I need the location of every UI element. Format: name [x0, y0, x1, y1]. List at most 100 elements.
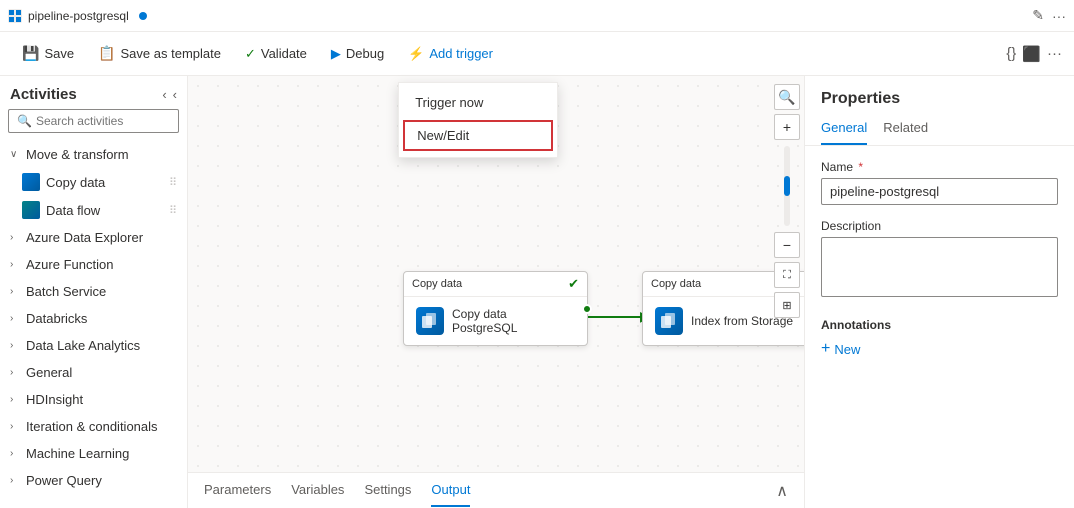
chevron-right-icon-9: ›: [10, 448, 22, 459]
toolbar-more-icon[interactable]: ···: [1047, 45, 1062, 62]
category-label-datalake: Data Lake Analytics: [26, 338, 140, 353]
category-label-general: General: [26, 365, 72, 380]
trigger-now-item[interactable]: Trigger now: [399, 87, 557, 118]
add-trigger-button[interactable]: ⚡ Add trigger: [398, 42, 503, 66]
description-label: Description: [821, 219, 1058, 233]
node-copy-postgresql[interactable]: Copy data ✔ Copy data PostgreSQL: [403, 271, 588, 346]
validate-label: Validate: [261, 46, 307, 61]
search-icon: 🔍: [17, 114, 32, 128]
debug-button[interactable]: ▶ Debug: [321, 42, 394, 66]
search-canvas-button[interactable]: 🔍: [774, 84, 800, 110]
tab-output[interactable]: Output: [431, 474, 470, 507]
sidebar-category-move-transform[interactable]: ∨ Move & transform: [0, 141, 187, 168]
search-box: 🔍: [8, 109, 179, 133]
bottom-tabs: Parameters Variables Settings Output ∧: [188, 472, 804, 508]
sidebar-category-azure-function[interactable]: › Azure Function: [0, 251, 187, 278]
title-bar: pipeline-postgresql ✎ ···: [0, 0, 1074, 32]
canvas-controls: 🔍 + − ⛶ ⊞: [774, 84, 800, 318]
sidebar-category-databricks[interactable]: › Databricks: [0, 305, 187, 332]
tab-variables[interactable]: Variables: [291, 474, 344, 507]
zoom-out-button[interactable]: −: [774, 232, 800, 258]
app-icon-group: [8, 9, 22, 23]
category-label-databricks: Databricks: [26, 311, 87, 326]
sidebar-category-datalake[interactable]: › Data Lake Analytics: [0, 332, 187, 359]
edit-icon[interactable]: ✎: [1032, 7, 1044, 24]
chevron-right-icon-3: ›: [10, 286, 22, 297]
sidebar-item-copy-data[interactable]: Copy data ⠿: [0, 168, 187, 196]
name-input[interactable]: [821, 178, 1058, 205]
fit-view-button[interactable]: ⛶: [774, 262, 800, 288]
properties-tabs: General Related: [805, 112, 1074, 146]
sidebar-category-powerquery[interactable]: › Power Query: [0, 467, 187, 494]
properties-header: Properties: [805, 76, 1074, 112]
title-bar-actions: ✎ ···: [1032, 7, 1066, 24]
tab-settings[interactable]: Settings: [364, 474, 411, 507]
copy-data-label: Copy data: [46, 175, 105, 190]
add-icon: +: [821, 340, 830, 358]
sidebar: Activities ‹ ‹ 🔍 ∨ Move & transform Copy…: [0, 76, 188, 508]
pipeline-title: pipeline-postgresql: [28, 9, 129, 23]
drag-handle-2: ⠿: [169, 204, 177, 217]
category-label: Move & transform: [26, 147, 129, 162]
tab-close-icon[interactable]: ∧: [776, 481, 788, 501]
collapse-icon[interactable]: ‹: [173, 87, 177, 102]
category-label-iteration: Iteration & conditionals: [26, 419, 158, 434]
sidebar-category-general[interactable]: › General: [0, 359, 187, 386]
properties-title: Properties: [821, 90, 900, 107]
code-icon[interactable]: {}: [1006, 45, 1016, 62]
node1-check-icon: ✔: [568, 276, 579, 292]
chevron-right-icon: ›: [10, 232, 22, 243]
node1-title: Copy data: [412, 278, 462, 290]
zoom-in-button[interactable]: +: [774, 114, 800, 140]
node1-label: Copy data PostgreSQL: [452, 307, 575, 335]
save-label: Save: [44, 46, 74, 61]
node1-header: Copy data ✔: [404, 272, 587, 297]
node2-icon: [655, 307, 683, 335]
validate-button[interactable]: ✓ Validate: [235, 42, 317, 66]
more-options-icon[interactable]: ···: [1052, 8, 1066, 24]
trigger-icon: ⚡: [408, 46, 424, 62]
save-button[interactable]: 💾 Save: [12, 41, 84, 66]
toolbar: 💾 Save 📋 Save as template ✓ Validate ▶ D…: [0, 32, 1074, 76]
name-label: Name *: [821, 160, 1058, 174]
sidebar-item-data-flow[interactable]: Data flow ⠿: [0, 196, 187, 224]
collapse-left-icon[interactable]: ‹: [162, 87, 166, 102]
search-input[interactable]: [36, 114, 188, 128]
add-trigger-label: Add trigger: [429, 46, 493, 61]
prop-tab-general[interactable]: General: [821, 120, 867, 145]
copy-data-icon: [22, 173, 40, 191]
category-label-hdinsight: HDInsight: [26, 392, 83, 407]
layout-button[interactable]: ⊞: [774, 292, 800, 318]
data-flow-icon: [22, 201, 40, 219]
connector-line: [588, 316, 642, 318]
prop-tab-related[interactable]: Related: [883, 120, 928, 145]
debug-label: Debug: [346, 46, 384, 61]
chevron-right-icon-4: ›: [10, 313, 22, 324]
node1-icon: [416, 307, 444, 335]
monitor-icon[interactable]: ⬛: [1022, 45, 1041, 63]
toolbar-right-actions: {} ⬛ ···: [1006, 45, 1062, 63]
description-textarea[interactable]: [821, 237, 1058, 297]
save-template-icon: 📋: [98, 45, 115, 62]
app-icon: [8, 9, 22, 23]
properties-panel: Properties General Related Name * Descri…: [804, 76, 1074, 508]
drag-handle: ⠿: [169, 176, 177, 189]
sidebar-category-batch[interactable]: › Batch Service: [0, 278, 187, 305]
chevron-right-icon-10: ›: [10, 475, 22, 486]
debug-icon: ▶: [331, 46, 341, 62]
add-annotation-button[interactable]: + New: [821, 340, 860, 358]
node1-body: Copy data PostgreSQL: [404, 297, 587, 345]
category-label-explorer: Azure Data Explorer: [26, 230, 143, 245]
sidebar-category-ml[interactable]: › Machine Learning: [0, 440, 187, 467]
sidebar-category-azure-explorer[interactable]: › Azure Data Explorer: [0, 224, 187, 251]
zoom-slider[interactable]: [784, 146, 790, 226]
sidebar-category-hdinsight[interactable]: › HDInsight: [0, 386, 187, 413]
unsaved-indicator: [139, 12, 147, 20]
node2-title: Copy data: [651, 278, 701, 290]
new-edit-item[interactable]: New/Edit: [403, 120, 553, 151]
tab-parameters[interactable]: Parameters: [204, 474, 271, 507]
sidebar-category-iteration[interactable]: › Iteration & conditionals: [0, 413, 187, 440]
chevron-down-icon: ∨: [10, 149, 22, 160]
chevron-right-icon-8: ›: [10, 421, 22, 432]
save-template-button[interactable]: 📋 Save as template: [88, 41, 231, 66]
